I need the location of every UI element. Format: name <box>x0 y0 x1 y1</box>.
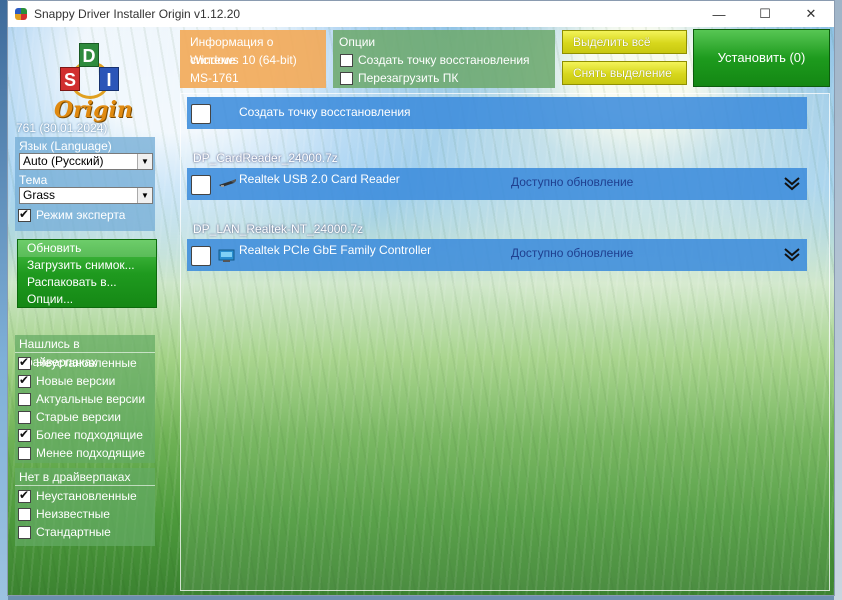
chevron-down-icon: ▼ <box>137 188 152 203</box>
filter-row[interactable]: Стандартные <box>18 523 155 541</box>
logo-origin-text: Origin <box>54 97 133 123</box>
driverpack-name: DP_CardReader_24000.7z <box>193 151 338 165</box>
restore-point-row-checkbox[interactable] <box>191 104 211 124</box>
menu-item-extract-to[interactable]: Распаковать в... <box>18 274 156 291</box>
driver-device-name: Realtek USB 2.0 Card Reader <box>239 172 400 186</box>
options-box: Опции Создать точку восстановления Перез… <box>333 30 555 88</box>
theme-select[interactable]: Grass ▼ <box>19 187 153 204</box>
filter-label: Неизвестные <box>36 507 110 521</box>
theme-selected-value: Grass <box>23 188 56 202</box>
expand-chevron-icon[interactable] <box>783 174 801 192</box>
select-all-button[interactable]: Выделить всё <box>562 30 687 54</box>
driver-row[interactable]: Realtek USB 2.0 Card Reader Доступно обн… <box>187 168 807 200</box>
system-info-title: Информация о системе <box>190 35 274 67</box>
options-title: Опции <box>339 35 376 49</box>
app-client-area: D S I Origin 761 (30.01.2024) Язык (Lang… <box>8 27 834 595</box>
filter-checkbox[interactable] <box>18 446 31 460</box>
deselect-all-button[interactable]: Снять выделение <box>562 61 687 85</box>
actions-menu: Обновить Загрузить снимок... Распаковать… <box>17 239 157 308</box>
filter-label: Менее подходящие <box>36 446 146 460</box>
filter-row[interactable]: Менее подходящие <box>18 444 155 462</box>
filter-label: Новые версии <box>36 374 116 388</box>
version-label: 761 (30.01.2024) <box>16 121 108 135</box>
driver-row[interactable]: Realtek PCIe GbE Family Controller Досту… <box>187 239 807 271</box>
expert-mode-row[interactable]: Режим эксперта <box>18 206 155 224</box>
restore-point-row[interactable]: Создать точку восстановления <box>187 97 807 129</box>
driver-status: Доступно обновление <box>511 246 634 260</box>
filter-label: Стандартные <box>36 525 111 539</box>
close-button[interactable]: ✕ <box>788 1 834 27</box>
filter-row[interactable]: Неустановленные <box>18 487 155 505</box>
desktop-background-right <box>834 0 842 600</box>
system-info-model: MS-1761 <box>190 71 239 85</box>
filter-row[interactable]: Более подходящие <box>18 426 155 444</box>
minimize-button[interactable]: — <box>696 1 742 27</box>
install-button[interactable]: Установить (0) <box>693 29 830 87</box>
filter-checkbox[interactable] <box>18 410 31 424</box>
window-title: Snappy Driver Installer Origin v1.12.20 <box>34 7 241 21</box>
filter-row[interactable]: Неустановленные <box>18 354 155 372</box>
filter-checkbox[interactable] <box>18 392 31 406</box>
filter-label: Более подходящие <box>36 428 143 442</box>
filter-checkbox[interactable] <box>18 373 31 388</box>
menu-item-refresh[interactable]: Обновить <box>18 240 156 257</box>
reboot-label: Перезагрузить ПК <box>358 71 459 85</box>
filter-checkbox[interactable] <box>18 525 31 539</box>
theme-label: Тема <box>19 173 48 187</box>
filter-checkbox[interactable] <box>18 355 31 370</box>
language-selected-value: Auto (Русский) <box>23 154 104 168</box>
expert-mode-label: Режим эксперта <box>36 208 126 222</box>
not-in-packs-panel: Нет в драйверпаках Неустановленные Неизв… <box>15 468 155 546</box>
filter-checkbox[interactable] <box>18 488 31 503</box>
menu-item-load-snapshot[interactable]: Загрузить снимок... <box>18 257 156 274</box>
driver-device-name: Realtek PCIe GbE Family Controller <box>239 243 432 257</box>
filter-label: Старые версии <box>36 410 122 424</box>
filter-label: Актуальные версии <box>36 392 146 406</box>
app-window: Snappy Driver Installer Origin v1.12.20 … <box>7 0 835 596</box>
language-select[interactable]: Auto (Русский) ▼ <box>19 153 153 170</box>
not-in-packs-title: Нет в драйверпаках <box>15 468 155 486</box>
found-in-packs-panel: Нашлись в драйверпаках Неустановленные Н… <box>15 335 155 463</box>
filter-label: Неустановленные <box>36 489 137 503</box>
window-controls: — ☐ ✕ <box>696 1 834 27</box>
network-adapter-icon <box>218 249 235 262</box>
language-label: Язык (Language) <box>19 139 112 153</box>
driverpack-name: DP_LAN_Realtek-NT_24000.7z <box>193 222 364 236</box>
restore-point-label: Создать точку восстановления <box>358 53 530 67</box>
driver-list[interactable]: Создать точку восстановления DP_CardRead… <box>180 93 830 591</box>
logo-letter-s: S <box>60 67 80 91</box>
filter-row[interactable]: Новые версии <box>18 372 155 390</box>
expand-chevron-icon[interactable] <box>783 245 801 263</box>
app-logo-icon <box>14 7 28 21</box>
restore-point-checkbox[interactable] <box>340 53 353 67</box>
logo-letter-d: D <box>79 43 99 67</box>
driver-row-checkbox[interactable] <box>191 246 211 266</box>
title-bar[interactable]: Snappy Driver Installer Origin v1.12.20 … <box>8 1 834 27</box>
driver-status: Доступно обновление <box>511 175 634 189</box>
logo-letter-i: I <box>99 67 119 91</box>
sdio-logo: D S I Origin <box>52 41 133 125</box>
filter-row[interactable]: Старые версии <box>18 408 155 426</box>
chevron-down-icon: ▼ <box>137 154 152 169</box>
reboot-checkbox[interactable] <box>340 71 353 85</box>
reboot-option[interactable]: Перезагрузить ПК <box>340 69 551 87</box>
driver-row-checkbox[interactable] <box>191 175 211 195</box>
usb-card-reader-icon <box>219 179 236 187</box>
filter-label: Неустановленные <box>36 356 137 370</box>
filter-checkbox[interactable] <box>18 427 31 442</box>
system-info-box[interactable]: Информация о системе Windows 10 (64-bit)… <box>180 30 326 88</box>
restore-point-row-label: Создать точку восстановления <box>239 105 411 119</box>
system-info-os: Windows 10 (64-bit) <box>190 53 297 67</box>
filter-row[interactable]: Неизвестные <box>18 505 155 523</box>
language-theme-panel: Язык (Language) Auto (Русский) ▼ Тема Gr… <box>15 137 155 231</box>
menu-item-options[interactable]: Опции... <box>18 291 156 308</box>
restore-point-option[interactable]: Создать точку восстановления <box>340 51 551 69</box>
filter-row[interactable]: Актуальные версии <box>18 390 155 408</box>
expert-mode-checkbox[interactable] <box>18 207 31 222</box>
maximize-button[interactable]: ☐ <box>742 1 788 27</box>
found-in-packs-title: Нашлись в драйверпаках <box>15 335 155 369</box>
filter-checkbox[interactable] <box>18 507 31 521</box>
